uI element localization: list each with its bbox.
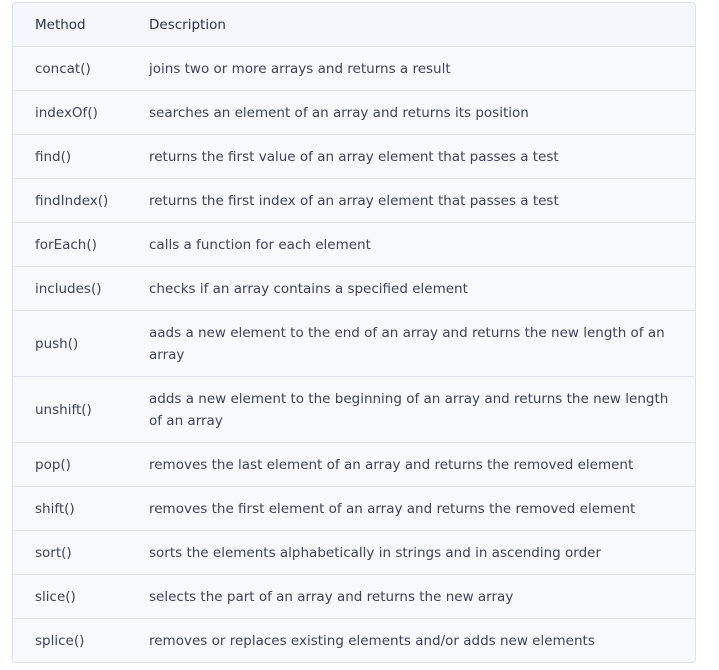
- description-cell: sorts the elements alphabetically in str…: [149, 530, 695, 575]
- method-cell: unshift(): [13, 376, 149, 443]
- description-cell: aads a new element to the end of an arra…: [149, 310, 695, 377]
- description-cell: returns the first index of an array elem…: [149, 178, 695, 223]
- description-cell: removes the last element of an array and…: [149, 442, 695, 487]
- table-row: pop() removes the last element of an arr…: [13, 442, 695, 487]
- method-cell: forEach(): [13, 222, 149, 267]
- method-cell: indexOf(): [13, 90, 149, 135]
- table-header-row: Method Description: [13, 3, 695, 47]
- method-cell: push(): [13, 310, 149, 377]
- table-row: sort() sorts the elements alphabetically…: [13, 530, 695, 575]
- table-row: find() returns the first value of an arr…: [13, 134, 695, 179]
- method-cell: slice(): [13, 574, 149, 619]
- table-row: concat() joins two or more arrays and re…: [13, 46, 695, 91]
- method-cell: includes(): [13, 266, 149, 311]
- header-method: Method: [13, 3, 149, 47]
- table-row: includes() checks if an array contains a…: [13, 266, 695, 311]
- method-cell: sort(): [13, 530, 149, 575]
- table-row: findIndex() returns the first index of a…: [13, 178, 695, 223]
- method-cell: find(): [13, 134, 149, 179]
- description-cell: removes or replaces existing elements an…: [149, 618, 695, 662]
- table-row: push() aads a new element to the end of …: [13, 310, 695, 377]
- description-cell: returns the first value of an array elem…: [149, 134, 695, 179]
- method-cell: pop(): [13, 442, 149, 487]
- array-methods-table: Method Description concat() joins two or…: [13, 3, 695, 662]
- table-row: indexOf() searches an element of an arra…: [13, 90, 695, 135]
- method-cell: splice(): [13, 618, 149, 662]
- header-description: Description: [149, 3, 695, 47]
- method-cell: concat(): [13, 46, 149, 91]
- methods-table-container: Method Description concat() joins two or…: [12, 2, 696, 663]
- description-cell: checks if an array contains a specified …: [149, 266, 695, 311]
- table-row: splice() removes or replaces existing el…: [13, 618, 695, 662]
- description-cell: adds a new element to the beginning of a…: [149, 376, 695, 443]
- description-cell: joins two or more arrays and returns a r…: [149, 46, 695, 91]
- table-row: forEach() calls a function for each elem…: [13, 222, 695, 267]
- table-row: slice() selects the part of an array and…: [13, 574, 695, 619]
- table-row: unshift() adds a new element to the begi…: [13, 376, 695, 443]
- description-cell: selects the part of an array and returns…: [149, 574, 695, 619]
- method-cell: shift(): [13, 486, 149, 531]
- method-cell: findIndex(): [13, 178, 149, 223]
- description-cell: searches an element of an array and retu…: [149, 90, 695, 135]
- description-cell: calls a function for each element: [149, 222, 695, 267]
- table-row: shift() removes the first element of an …: [13, 486, 695, 531]
- description-cell: removes the first element of an array an…: [149, 486, 695, 531]
